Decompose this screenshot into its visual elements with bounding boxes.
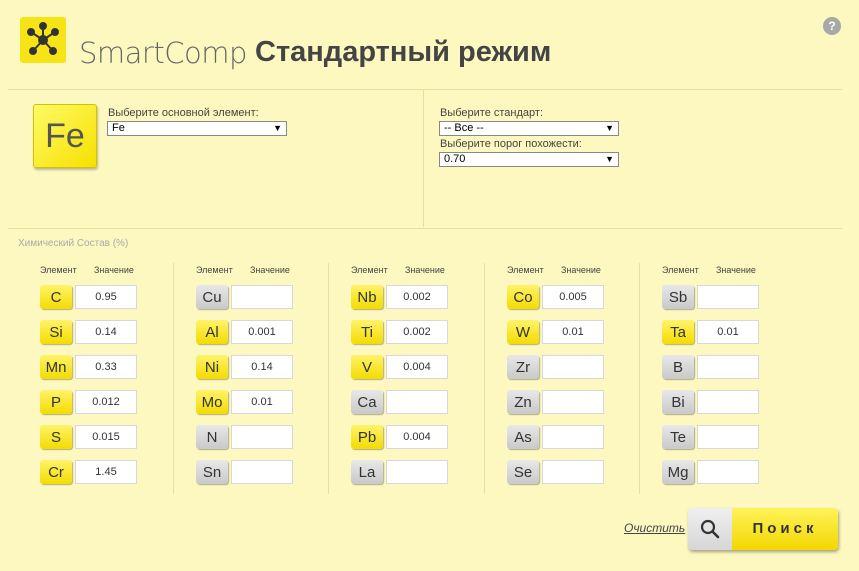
- element-value-la[interactable]: [386, 460, 448, 484]
- search-label: Поиск: [752, 520, 818, 537]
- element-value-zn[interactable]: [542, 390, 604, 414]
- column-header-value: Значение: [250, 265, 290, 275]
- element-value-te[interactable]: [697, 425, 759, 449]
- element-value-v[interactable]: 0.004: [386, 355, 448, 379]
- element-value-co[interactable]: 0.005: [542, 285, 604, 309]
- composition-title: Химический Состав (%): [18, 238, 129, 249]
- element-button-p[interactable]: P: [40, 390, 72, 414]
- element-button-mg[interactable]: Mg: [662, 460, 694, 484]
- element-button-bi[interactable]: Bi: [662, 390, 694, 414]
- standard-value: -- Все --: [444, 122, 484, 134]
- element-value-pb[interactable]: 0.004: [386, 425, 448, 449]
- column-header-element: Элемент: [40, 265, 77, 275]
- element-button-ti[interactable]: Ti: [351, 320, 383, 344]
- element-button-sn[interactable]: Sn: [196, 460, 228, 484]
- search-button[interactable]: Поиск: [688, 508, 838, 550]
- element-value-nb[interactable]: 0.002: [386, 285, 448, 309]
- element-button-la[interactable]: La: [351, 460, 383, 484]
- element-button-se[interactable]: Se: [507, 460, 539, 484]
- column-header-value: Значение: [561, 265, 601, 275]
- app-logo: [20, 17, 66, 63]
- help-icon[interactable]: ?: [823, 17, 841, 35]
- panel-divider: [423, 89, 424, 227]
- element-value-se[interactable]: [542, 460, 604, 484]
- element-button-si[interactable]: Si: [40, 320, 72, 344]
- element-button-ta[interactable]: Ta: [662, 320, 694, 344]
- standard-select[interactable]: -- Все -- ▼: [439, 121, 619, 136]
- element-value-b[interactable]: [697, 355, 759, 379]
- column-header-element: Элемент: [351, 265, 388, 275]
- element-value-zr[interactable]: [542, 355, 604, 379]
- element-value-mg[interactable]: [697, 460, 759, 484]
- element-button-ni[interactable]: Ni: [196, 355, 228, 379]
- column-header-element: Элемент: [196, 265, 233, 275]
- main-element-label: Выберите основной элемент:: [108, 107, 259, 119]
- element-value-ni[interactable]: 0.14: [231, 355, 293, 379]
- element-value-bi[interactable]: [697, 390, 759, 414]
- column-separator: [639, 263, 640, 494]
- clear-link[interactable]: Очистить: [624, 521, 685, 535]
- element-button-v[interactable]: V: [351, 355, 383, 379]
- column-separator: [173, 263, 174, 494]
- element-button-zr[interactable]: Zr: [507, 355, 539, 379]
- threshold-label: Выберите порог похожести:: [440, 138, 582, 150]
- element-button-as[interactable]: As: [507, 425, 539, 449]
- element-button-s[interactable]: S: [40, 425, 72, 449]
- main-element-select[interactable]: Fe ▼: [107, 121, 287, 136]
- element-button-c[interactable]: C: [40, 285, 72, 309]
- page-title: Стандартный режим: [255, 36, 552, 68]
- element-button-sb[interactable]: Sb: [662, 285, 694, 309]
- element-value-s[interactable]: 0.015: [75, 425, 137, 449]
- standard-label: Выберите стандарт:: [440, 107, 544, 119]
- dropdown-arrow-icon: ▼: [273, 123, 282, 133]
- element-value-cu[interactable]: [231, 285, 293, 309]
- element-button-te[interactable]: Te: [662, 425, 694, 449]
- element-value-cr[interactable]: 1.45: [75, 460, 137, 484]
- element-value-ti[interactable]: 0.002: [386, 320, 448, 344]
- element-value-mo[interactable]: 0.01: [231, 390, 293, 414]
- element-value-mn[interactable]: 0.33: [75, 355, 137, 379]
- element-button-mn[interactable]: Mn: [40, 355, 72, 379]
- dropdown-arrow-icon: ▼: [605, 123, 614, 133]
- dropdown-arrow-icon: ▼: [605, 154, 614, 164]
- threshold-select[interactable]: 0.70 ▼: [439, 152, 619, 167]
- element-button-nb[interactable]: Nb: [351, 285, 383, 309]
- element-button-n[interactable]: N: [196, 425, 228, 449]
- element-value-as[interactable]: [542, 425, 604, 449]
- element-button-pb[interactable]: Pb: [351, 425, 383, 449]
- threshold-value: 0.70: [444, 153, 466, 165]
- column-separator: [328, 263, 329, 494]
- element-value-w[interactable]: 0.01: [542, 320, 604, 344]
- column-header-element: Элемент: [507, 265, 544, 275]
- element-value-si[interactable]: 0.14: [75, 320, 137, 344]
- element-value-sn[interactable]: [231, 460, 293, 484]
- element-button-mo[interactable]: Mo: [196, 390, 228, 414]
- element-button-w[interactable]: W: [507, 320, 539, 344]
- column-header-value: Значение: [94, 265, 134, 275]
- main-element-value: Fe: [112, 122, 125, 134]
- search-icon-box: [688, 508, 732, 550]
- column-header-value: Значение: [716, 265, 756, 275]
- element-value-ca[interactable]: [386, 390, 448, 414]
- column-header-element: Элемент: [662, 265, 699, 275]
- element-button-al[interactable]: Al: [196, 320, 228, 344]
- element-button-b[interactable]: B: [662, 355, 694, 379]
- element-value-sb[interactable]: [697, 285, 759, 309]
- brand-name: SmartComp: [79, 36, 247, 70]
- column-header-value: Значение: [405, 265, 445, 275]
- element-value-ta[interactable]: 0.01: [697, 320, 759, 344]
- element-button-ca[interactable]: Ca: [351, 390, 383, 414]
- element-button-zn[interactable]: Zn: [507, 390, 539, 414]
- magnifier-icon: [700, 519, 720, 539]
- element-value-p[interactable]: 0.012: [75, 390, 137, 414]
- element-value-n[interactable]: [231, 425, 293, 449]
- molecule-icon: [27, 22, 59, 55]
- column-separator: [484, 263, 485, 494]
- element-button-cu[interactable]: Cu: [196, 285, 228, 309]
- element-value-al[interactable]: 0.001: [231, 320, 293, 344]
- main-element-tile: Fe: [33, 104, 97, 168]
- element-value-c[interactable]: 0.95: [75, 285, 137, 309]
- element-button-cr[interactable]: Cr: [40, 460, 72, 484]
- element-button-co[interactable]: Co: [507, 285, 539, 309]
